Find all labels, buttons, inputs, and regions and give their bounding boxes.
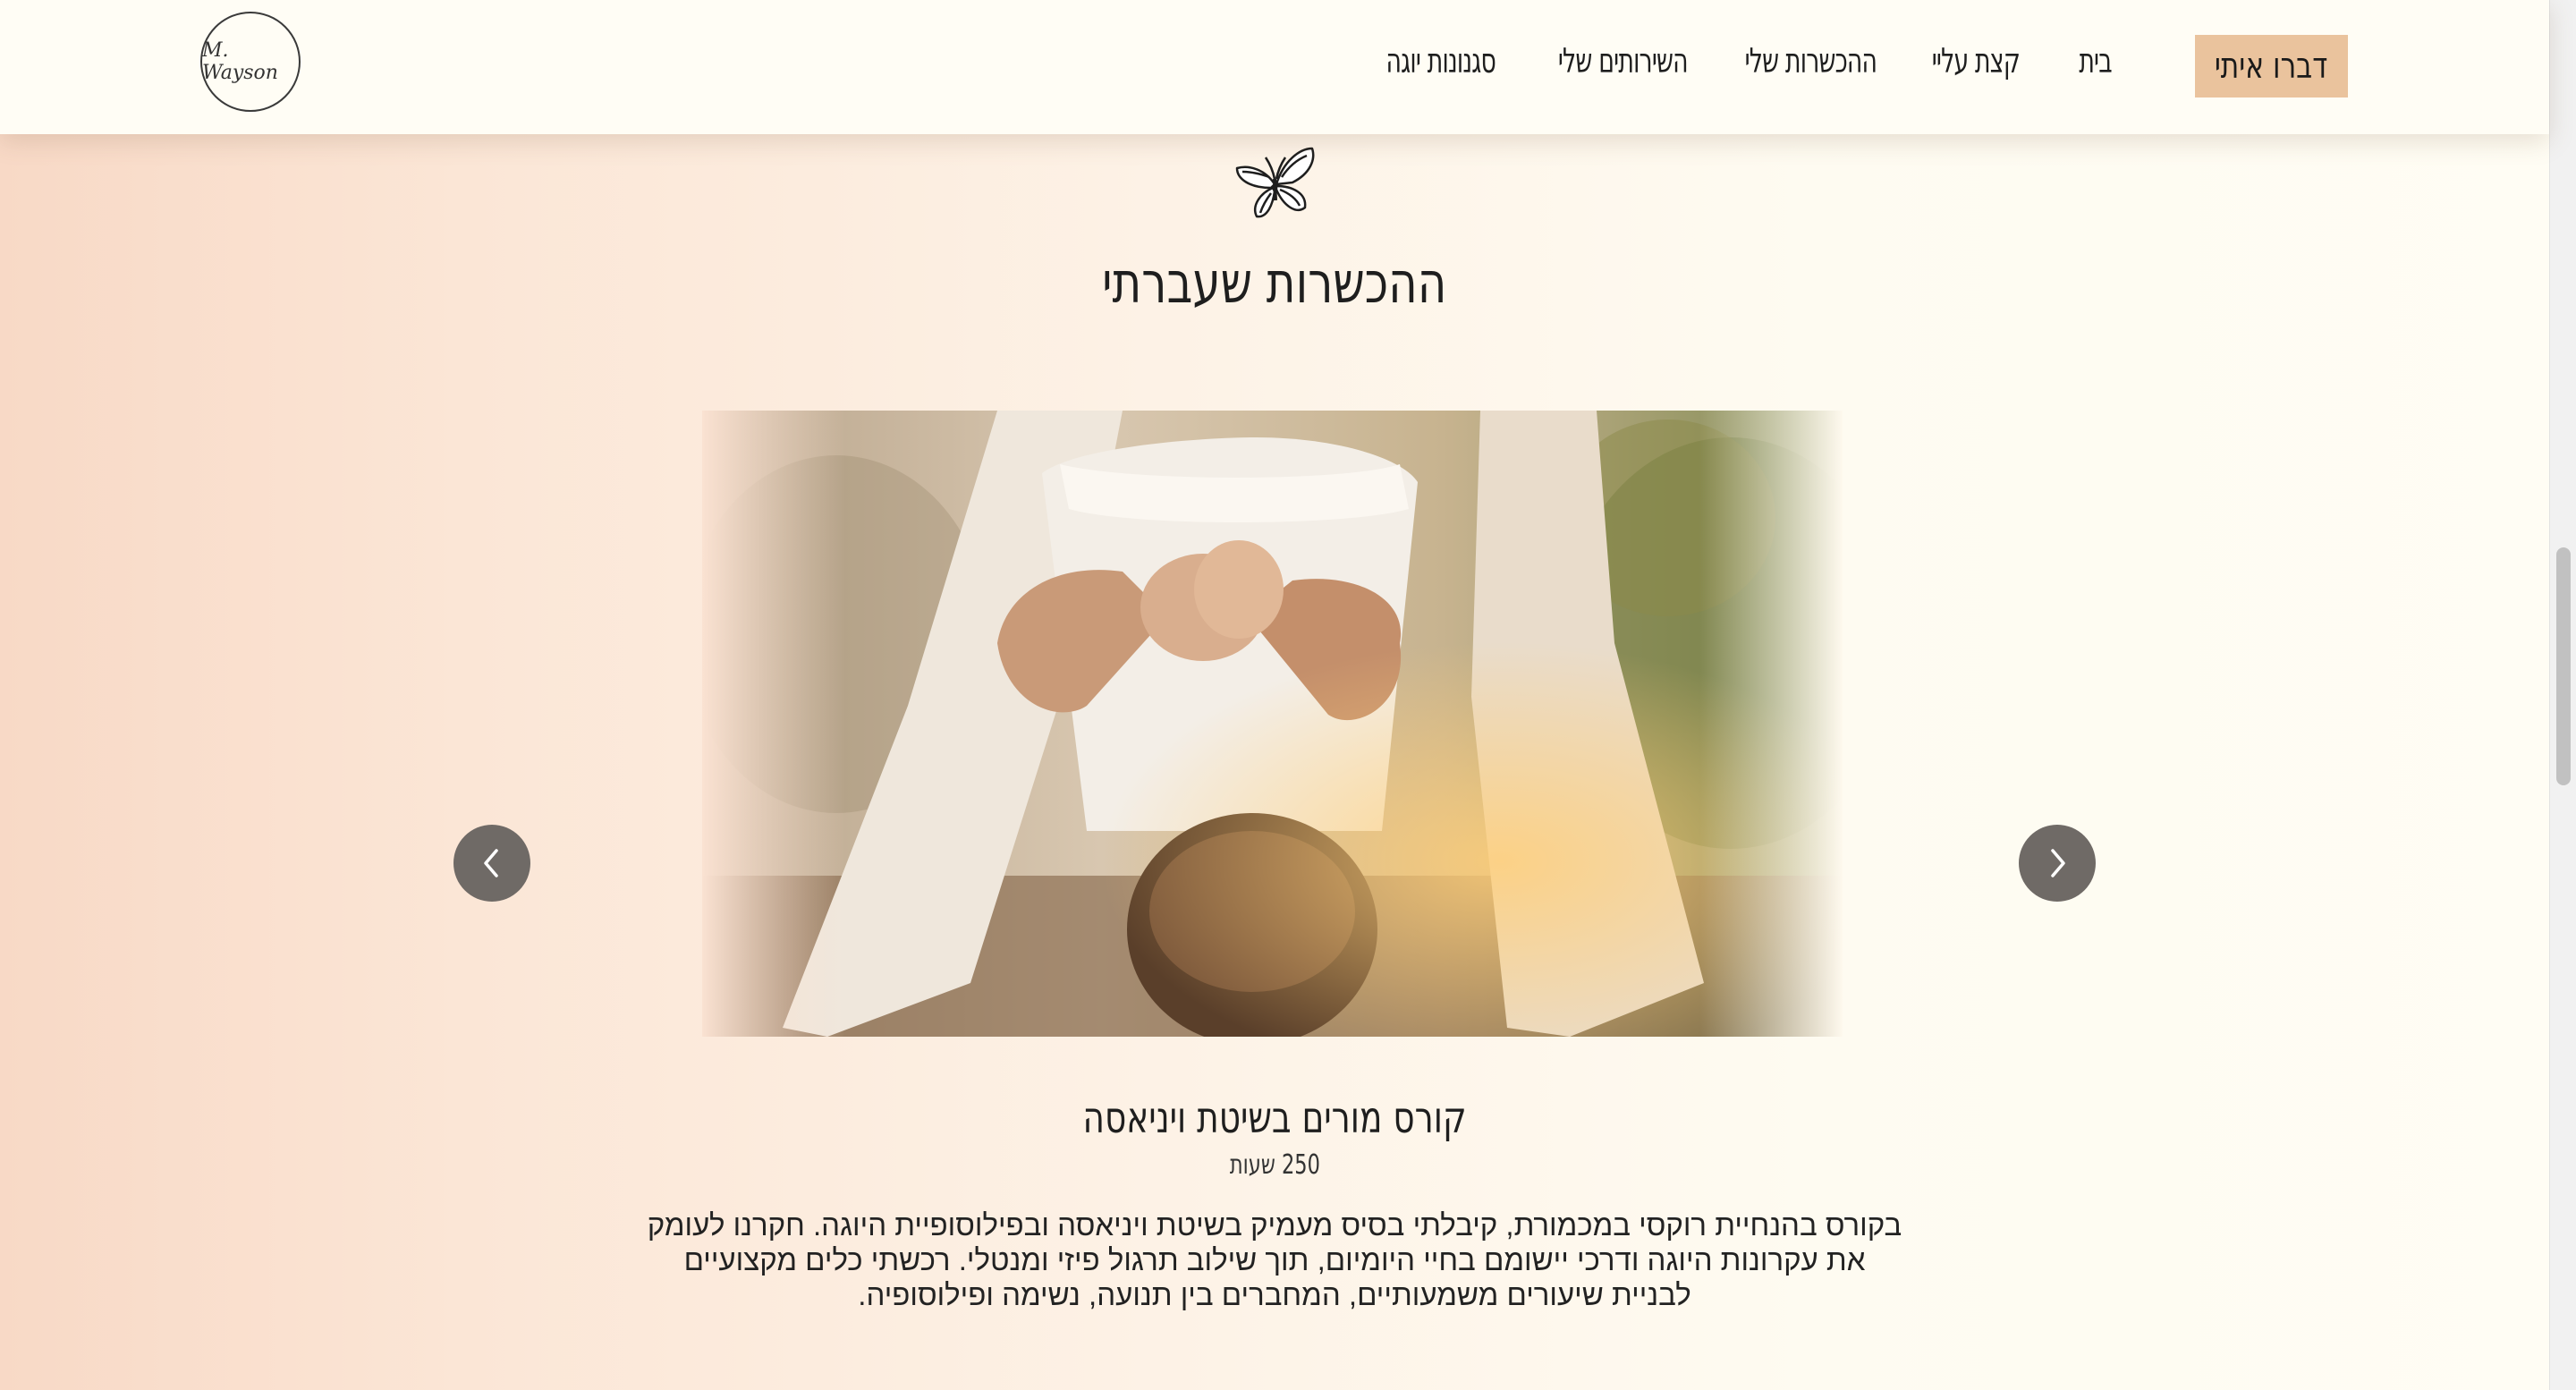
carousel-next-button[interactable] bbox=[2019, 825, 2096, 902]
chevron-left-icon bbox=[484, 849, 498, 877]
course-title-text: קורס מורים בשיטת ויניאסה bbox=[1082, 1093, 1467, 1143]
page-scrollbar[interactable] bbox=[2549, 0, 2576, 1390]
nav-item-about[interactable]: קצת עליי bbox=[1932, 41, 2021, 81]
section-title: ההכשרות שעברתי bbox=[894, 250, 1655, 317]
site-header: M. Wayson בית קצת עליי ההכשרות שלי השירו… bbox=[0, 0, 2549, 134]
logo-text: M. Wayson bbox=[202, 39, 278, 84]
nav-item-trainings[interactable]: ההכשרות שלי bbox=[1744, 41, 1877, 81]
chevron-right-icon bbox=[2051, 849, 2065, 877]
course-hours-text: 250 שעות bbox=[1229, 1149, 1320, 1181]
slide-image bbox=[702, 411, 1843, 1037]
contact-button-label: דברו איתי bbox=[2215, 46, 2328, 87]
butterfly-icon bbox=[1230, 143, 1319, 224]
nav-item-services[interactable]: השירותים שלי bbox=[1558, 41, 1689, 81]
course-title: קורס מורים בשיטת ויניאסה bbox=[894, 1093, 1655, 1143]
nav-item-home[interactable]: בית bbox=[2079, 41, 2112, 81]
site-logo[interactable]: M. Wayson bbox=[200, 12, 301, 112]
nav-item-yoga-styles[interactable]: סגנונות יוגה bbox=[1386, 41, 1496, 81]
section-title-text: ההכשרות שעברתי bbox=[1102, 250, 1447, 317]
contact-button[interactable]: דברו איתי bbox=[2195, 35, 2348, 97]
carousel-prev-button[interactable] bbox=[453, 825, 530, 902]
course-description: בקורס בהנחיית רוקסי במכמורת, קיבלתי בסיס… bbox=[647, 1208, 1902, 1311]
scrollbar-thumb[interactable] bbox=[2556, 547, 2571, 785]
course-hours: 250 שעות bbox=[894, 1149, 1655, 1181]
